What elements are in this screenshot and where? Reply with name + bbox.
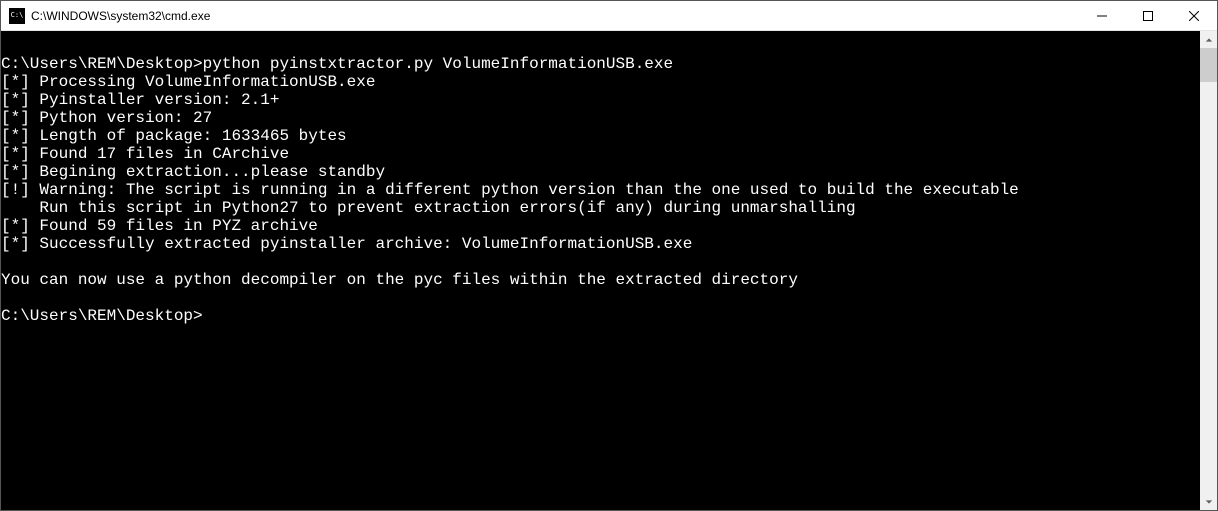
close-icon: [1189, 11, 1199, 21]
window-controls: [1079, 1, 1217, 30]
scroll-up-button[interactable]: [1200, 31, 1217, 48]
scroll-thumb[interactable]: [1200, 48, 1217, 82]
close-button[interactable]: [1171, 1, 1217, 30]
minimize-icon: [1097, 11, 1107, 21]
chevron-up-icon: [1205, 36, 1213, 44]
scroll-down-button[interactable]: [1200, 493, 1217, 510]
chevron-down-icon: [1205, 498, 1213, 506]
client-area: C:\Users\REM\Desktop>python pyinstxtract…: [1, 31, 1217, 510]
minimize-button[interactable]: [1079, 1, 1125, 30]
titlebar[interactable]: C:\WINDOWS\system32\cmd.exe: [1, 1, 1217, 31]
scroll-track[interactable]: [1200, 48, 1217, 493]
vertical-scrollbar[interactable]: [1200, 31, 1217, 510]
terminal-output[interactable]: C:\Users\REM\Desktop>python pyinstxtract…: [1, 31, 1200, 510]
cmd-icon: [9, 8, 25, 24]
cmd-window: C:\WINDOWS\system32\cmd.exe C:\Users\REM…: [0, 0, 1218, 511]
maximize-icon: [1143, 11, 1153, 21]
maximize-button[interactable]: [1125, 1, 1171, 30]
window-title: C:\WINDOWS\system32\cmd.exe: [31, 9, 210, 23]
